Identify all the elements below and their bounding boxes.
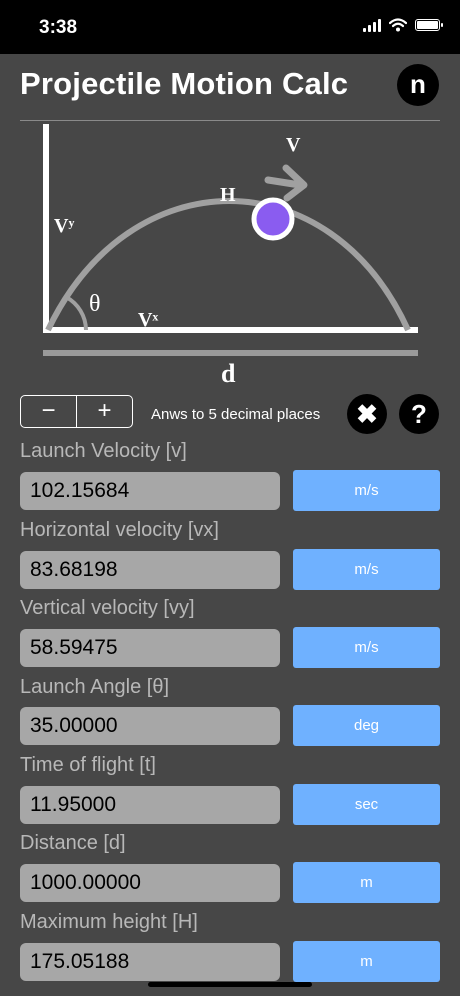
vertical-velocity-unit-button[interactable]: m/s — [293, 627, 440, 668]
label-theta: θ — [89, 291, 101, 317]
launch-angle-input[interactable]: 35.00000 — [20, 707, 280, 745]
launch-angle-unit-button[interactable]: deg — [293, 705, 440, 746]
velocity-arrow-icon — [264, 164, 308, 202]
help-button[interactable]: ? — [399, 394, 439, 434]
distance-input[interactable]: 1000.00000 — [20, 864, 280, 902]
label-h: H — [220, 184, 236, 206]
angle-arc — [64, 295, 88, 331]
increase-decimals-button[interactable]: + — [77, 396, 132, 427]
label-d: d — [221, 359, 236, 388]
cellular-signal-icon — [363, 18, 381, 32]
field-label: Launch Angle [θ] — [20, 676, 170, 698]
field-label: Launch Velocity [v] — [20, 440, 187, 462]
status-icons — [363, 18, 443, 32]
app-logo-button[interactable]: n — [397, 64, 439, 106]
label-vx: Vˣ — [138, 309, 158, 331]
app-title: Projectile Motion Calc — [20, 66, 349, 101]
close-icon: ✖ — [356, 399, 378, 429]
label-v: V — [286, 134, 301, 156]
projectile-diagram: V H Vʸ θ Vˣ d — [43, 124, 418, 388]
decimal-places-label: Anws to 5 decimal places — [151, 406, 321, 423]
status-bar: 3:38 — [0, 0, 460, 54]
distance-unit-button[interactable]: m — [293, 862, 440, 903]
help-icon: ? — [411, 399, 427, 429]
vertical-velocity-input[interactable]: 58.59475 — [20, 629, 280, 667]
status-time: 3:38 — [39, 17, 78, 38]
time-of-flight-input[interactable]: 11.95000 — [20, 786, 280, 824]
label-vy: Vʸ — [54, 215, 74, 237]
battery-icon — [415, 19, 443, 31]
field-label: Time of flight [t] — [20, 754, 156, 776]
time-of-flight-unit-button[interactable]: sec — [293, 784, 440, 825]
clear-button[interactable]: ✖ — [347, 394, 387, 434]
maximum-height-unit-button[interactable]: m — [293, 941, 440, 982]
field-label: Vertical velocity [vy] — [20, 597, 195, 619]
launch-velocity-input[interactable]: 102.15684 — [20, 472, 280, 510]
launch-velocity-unit-button[interactable]: m/s — [293, 470, 440, 511]
field-label: Maximum height [H] — [20, 911, 198, 933]
home-indicator — [148, 982, 312, 987]
field-label: Horizontal velocity [vx] — [20, 519, 219, 541]
wifi-icon — [389, 18, 407, 32]
horizontal-velocity-unit-button[interactable]: m/s — [293, 549, 440, 590]
trajectory-arc — [45, 198, 411, 332]
horizontal-velocity-input[interactable]: 83.68198 — [20, 551, 280, 589]
field-label: Distance [d] — [20, 832, 126, 854]
decimal-stepper[interactable]: − + — [20, 395, 133, 428]
projectile-ball — [251, 197, 295, 241]
maximum-height-input[interactable]: 175.05188 — [20, 943, 280, 981]
decrease-decimals-button[interactable]: − — [21, 396, 76, 427]
